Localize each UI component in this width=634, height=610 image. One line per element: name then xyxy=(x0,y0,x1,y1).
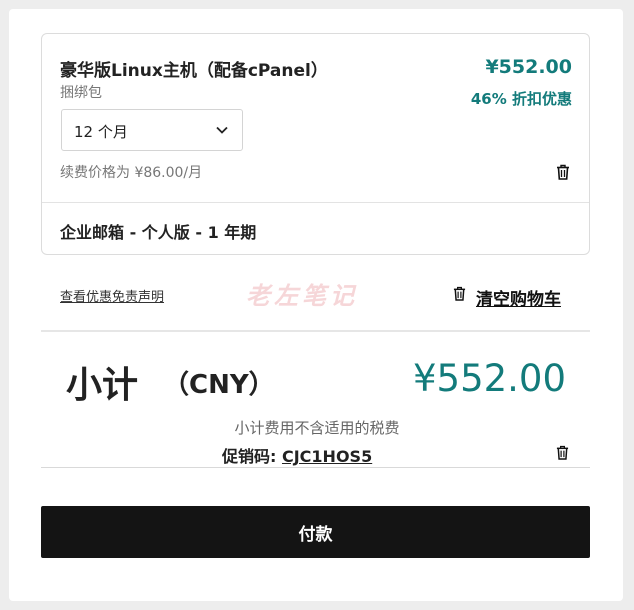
renewal-price: 续费价格为 ¥86.00/月 xyxy=(60,165,203,181)
pay-button[interactable]: 付款 xyxy=(41,506,590,558)
promo-code-row: 促销码: CJC1HOS5 xyxy=(222,443,372,467)
subtotal-label: 小计 xyxy=(66,365,139,406)
summary-divider xyxy=(41,330,590,332)
promo-divider xyxy=(41,467,590,468)
trash-icon xyxy=(453,286,466,301)
addon-item: 企业邮箱 - 个人版 - 1 年期 xyxy=(60,223,257,242)
product-title: 豪华版Linux主机（配备cPanel） xyxy=(60,61,328,81)
currency-label: （CNY） xyxy=(163,370,275,400)
product-subtitle: 捆绑包 xyxy=(60,85,102,101)
clear-cart-label: 清空购物车 xyxy=(476,290,561,310)
trash-icon[interactable] xyxy=(556,445,569,460)
promo-label: 促销码: xyxy=(222,447,277,466)
chevron-down-icon xyxy=(216,126,228,134)
card-divider xyxy=(42,202,589,203)
term-dropdown[interactable]: 12 个月 xyxy=(61,109,243,151)
watermark: 老左笔记 xyxy=(246,282,358,310)
disclaimer-link[interactable]: 查看优惠免责声明 xyxy=(60,286,164,305)
trash-icon[interactable] xyxy=(556,164,570,180)
tax-note: 小计费用不含适用的税费 xyxy=(234,419,400,437)
subtotal-amount: ¥552.00 xyxy=(412,357,566,400)
term-value: 12 个月 xyxy=(74,123,128,141)
promo-code[interactable]: CJC1HOS5 xyxy=(282,447,372,466)
cart-item-card: 豪华版Linux主机（配备cPanel） 捆绑包 ¥552.00 46% 折扣优… xyxy=(41,33,590,255)
product-price: ¥552.00 xyxy=(485,56,572,78)
discount-badge: 46% 折扣优惠 xyxy=(470,90,572,108)
